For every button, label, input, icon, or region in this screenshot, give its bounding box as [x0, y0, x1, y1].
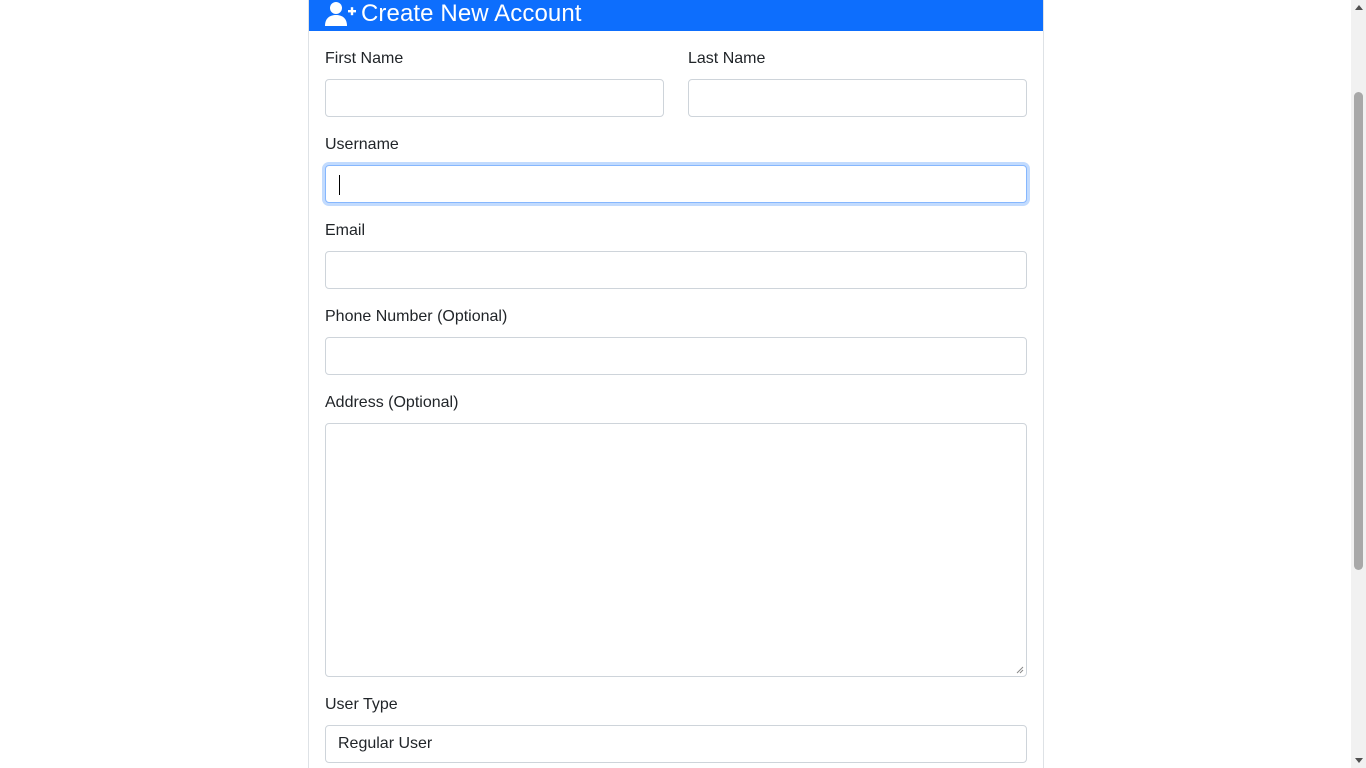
address-textarea[interactable]	[325, 423, 1027, 677]
card-header: Create New Account	[309, 0, 1043, 31]
address-label: Address (Optional)	[325, 394, 459, 411]
user-type-label: User Type	[325, 696, 398, 713]
username-input[interactable]	[325, 165, 1027, 203]
user-plus-icon	[325, 1, 356, 26]
first-name-label: First Name	[325, 50, 404, 67]
user-type-selected: Regular User	[338, 735, 433, 752]
phone-input[interactable]	[325, 337, 1027, 375]
username-label: Username	[325, 136, 399, 153]
page: Create New Account First Name Last Name …	[0, 0, 1366, 768]
create-account-card: Create New Account First Name Last Name …	[308, 0, 1044, 768]
scroll-up-arrow-icon[interactable]	[1351, 0, 1366, 15]
user-type-select[interactable]: Regular User	[325, 725, 1027, 763]
first-name-input[interactable]	[325, 79, 664, 117]
email-label: Email	[325, 222, 366, 239]
phone-label: Phone Number (Optional)	[325, 308, 508, 325]
last-name-input[interactable]	[688, 79, 1027, 117]
last-name-label: Last Name	[688, 50, 766, 67]
text-caret	[339, 175, 340, 195]
scroll-down-arrow-icon[interactable]	[1351, 753, 1366, 768]
page-title: Create New Account	[361, 0, 582, 27]
vertical-scrollbar[interactable]	[1351, 0, 1366, 768]
scrollbar-thumb[interactable]	[1354, 92, 1363, 570]
email-input[interactable]	[325, 251, 1027, 289]
resize-grip-icon[interactable]	[1016, 666, 1024, 674]
